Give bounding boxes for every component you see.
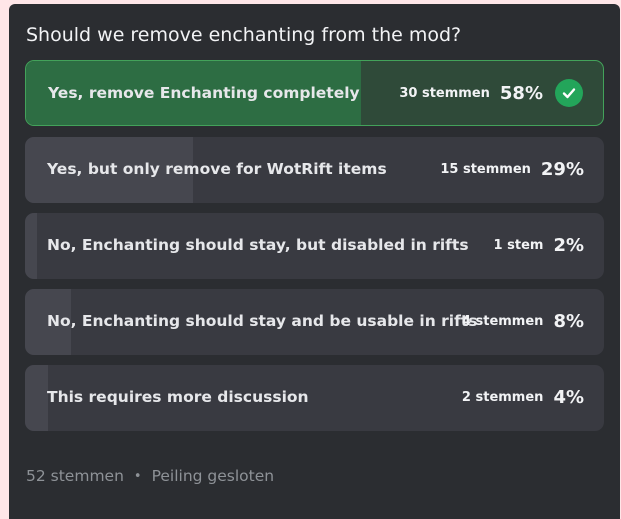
answer-label: This requires more discussion xyxy=(47,388,309,406)
poll-question: Should we remove enchanting from the mod… xyxy=(26,24,462,46)
vote-count: 15 stemmen xyxy=(440,161,531,177)
answer-label: Yes, remove Enchanting completely xyxy=(48,84,360,102)
poll-status: Peiling gesloten xyxy=(151,467,275,485)
checkmark-icon xyxy=(555,79,583,107)
poll-footer: 52 stemmen • Peiling gesloten xyxy=(26,467,274,485)
answer-label: No, Enchanting should stay and be usable… xyxy=(47,312,478,330)
vote-percent: 8% xyxy=(553,310,584,332)
vote-count: 4 stemmen xyxy=(461,313,544,329)
answer-stats: 30 stemmen 58% xyxy=(399,61,583,125)
vote-percent: 2% xyxy=(553,234,584,256)
vote-percent: 58% xyxy=(499,82,543,104)
poll-answer-5[interactable]: This requires more discussion 2 stemmen … xyxy=(25,365,604,431)
answer-label: No, Enchanting should stay, but disabled… xyxy=(47,236,469,254)
poll-answer-3[interactable]: No, Enchanting should stay, but disabled… xyxy=(25,213,604,279)
vote-share-bar xyxy=(25,365,49,431)
vote-percent: 29% xyxy=(540,158,584,180)
poll-card: Should we remove enchanting from the mod… xyxy=(9,4,620,519)
vote-count: 1 stem xyxy=(493,237,544,253)
vote-percent: 4% xyxy=(553,386,584,408)
vote-count: 30 stemmen xyxy=(399,85,490,101)
answer-stats: 4 stemmen 8% xyxy=(462,289,584,353)
separator-dot: • xyxy=(133,468,142,484)
vote-share-bar xyxy=(25,213,37,279)
answer-label: Yes, but only remove for WotRift items xyxy=(47,160,387,178)
poll-answer-4[interactable]: No, Enchanting should stay and be usable… xyxy=(25,289,604,355)
answer-stats: 2 stemmen 4% xyxy=(462,365,584,429)
poll-answer-2[interactable]: Yes, but only remove for WotRift items 1… xyxy=(25,137,604,203)
answer-stats: 15 stemmen 29% xyxy=(440,137,584,201)
total-votes: 52 stemmen xyxy=(26,467,124,485)
poll-answer-1[interactable]: Yes, remove Enchanting completely 30 ste… xyxy=(25,60,604,126)
answer-stats: 1 stem 2% xyxy=(494,213,584,277)
vote-count: 2 stemmen xyxy=(461,389,544,405)
